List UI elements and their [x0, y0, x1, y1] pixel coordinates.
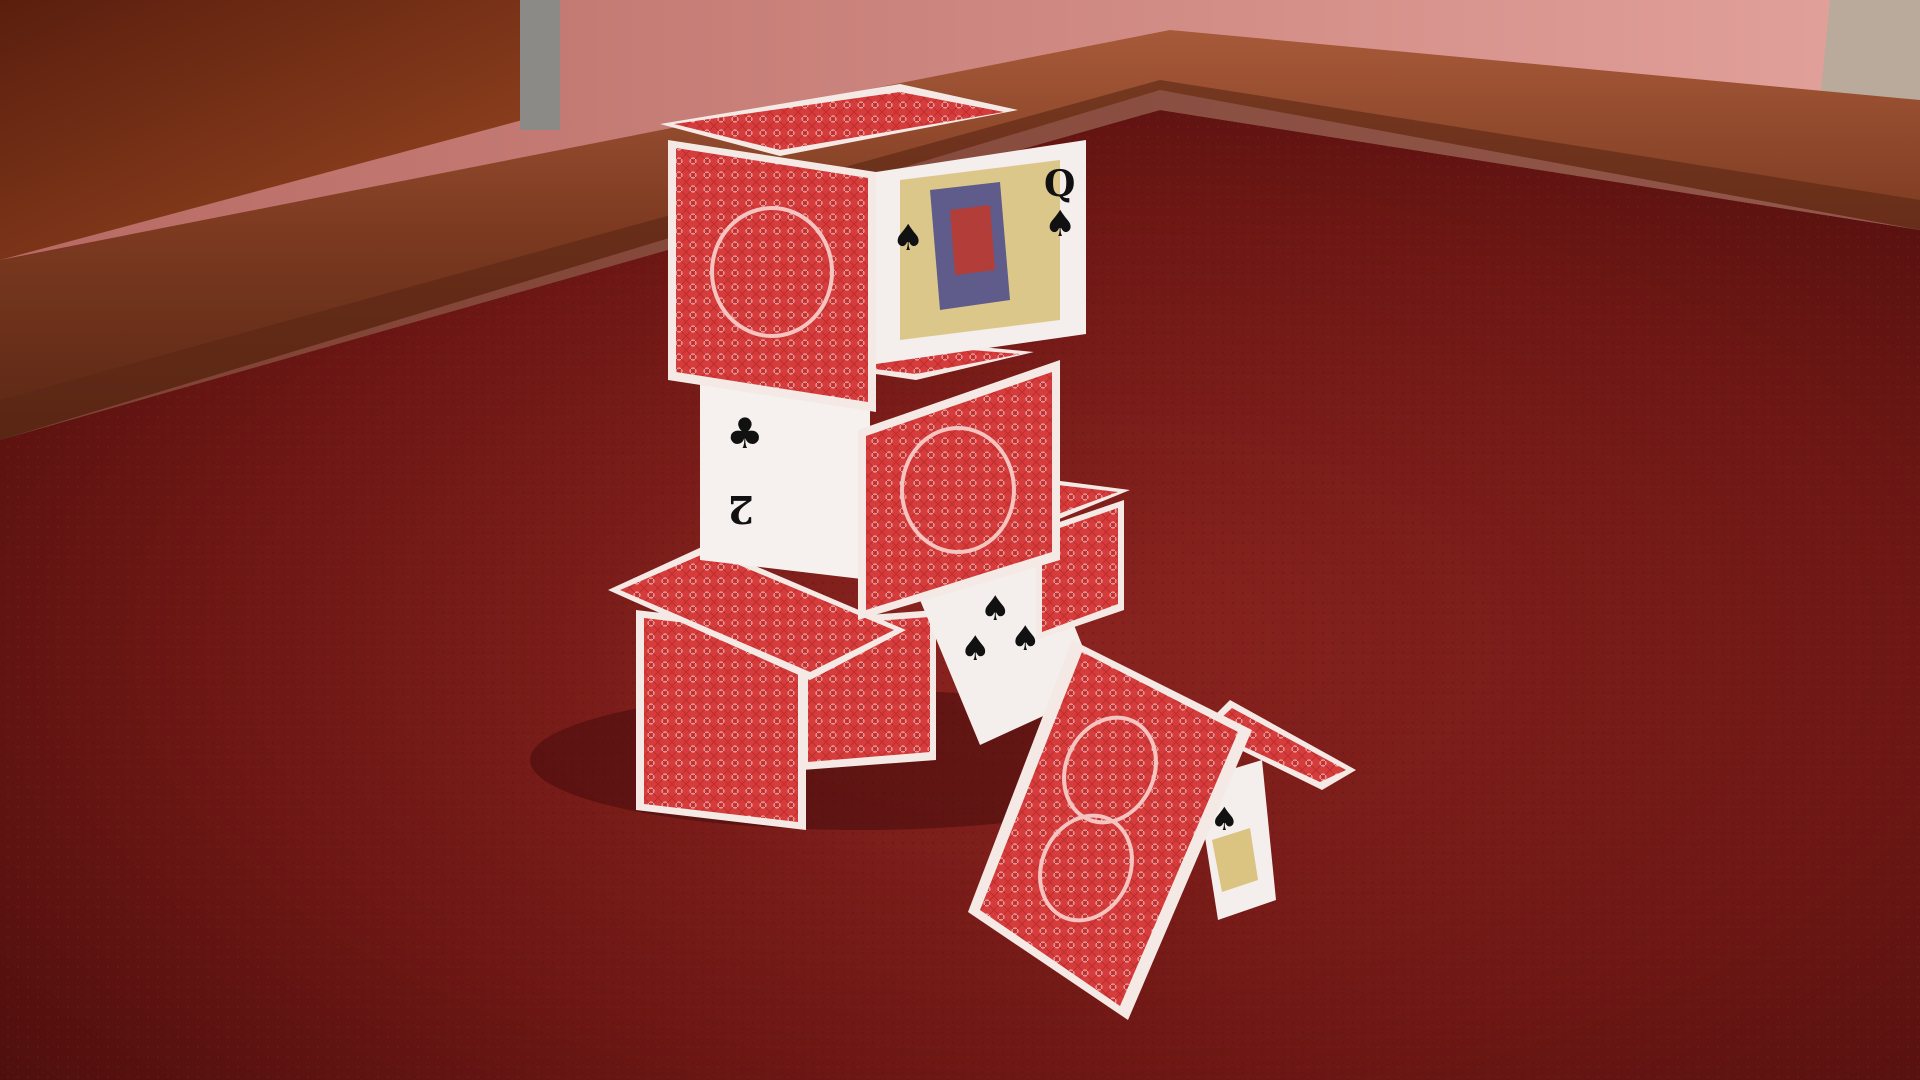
spades-pip: ♠ [960, 629, 990, 669]
game-scene: ♠ ♠ ♠ ♣ 2 Q ♠ ♠ ♠ [0, 0, 1920, 1080]
club-pip: ♣ [726, 409, 764, 458]
door-frame [520, 0, 560, 130]
spades-pip: ♠ [1010, 619, 1040, 659]
spade-pip: ♠ [892, 217, 924, 259]
spade-pip: ♠ [1044, 203, 1076, 245]
two-rank: 2 [728, 487, 754, 532]
spades-pip: ♠ [980, 589, 1010, 629]
queen-rank: Q [1044, 163, 1075, 205]
